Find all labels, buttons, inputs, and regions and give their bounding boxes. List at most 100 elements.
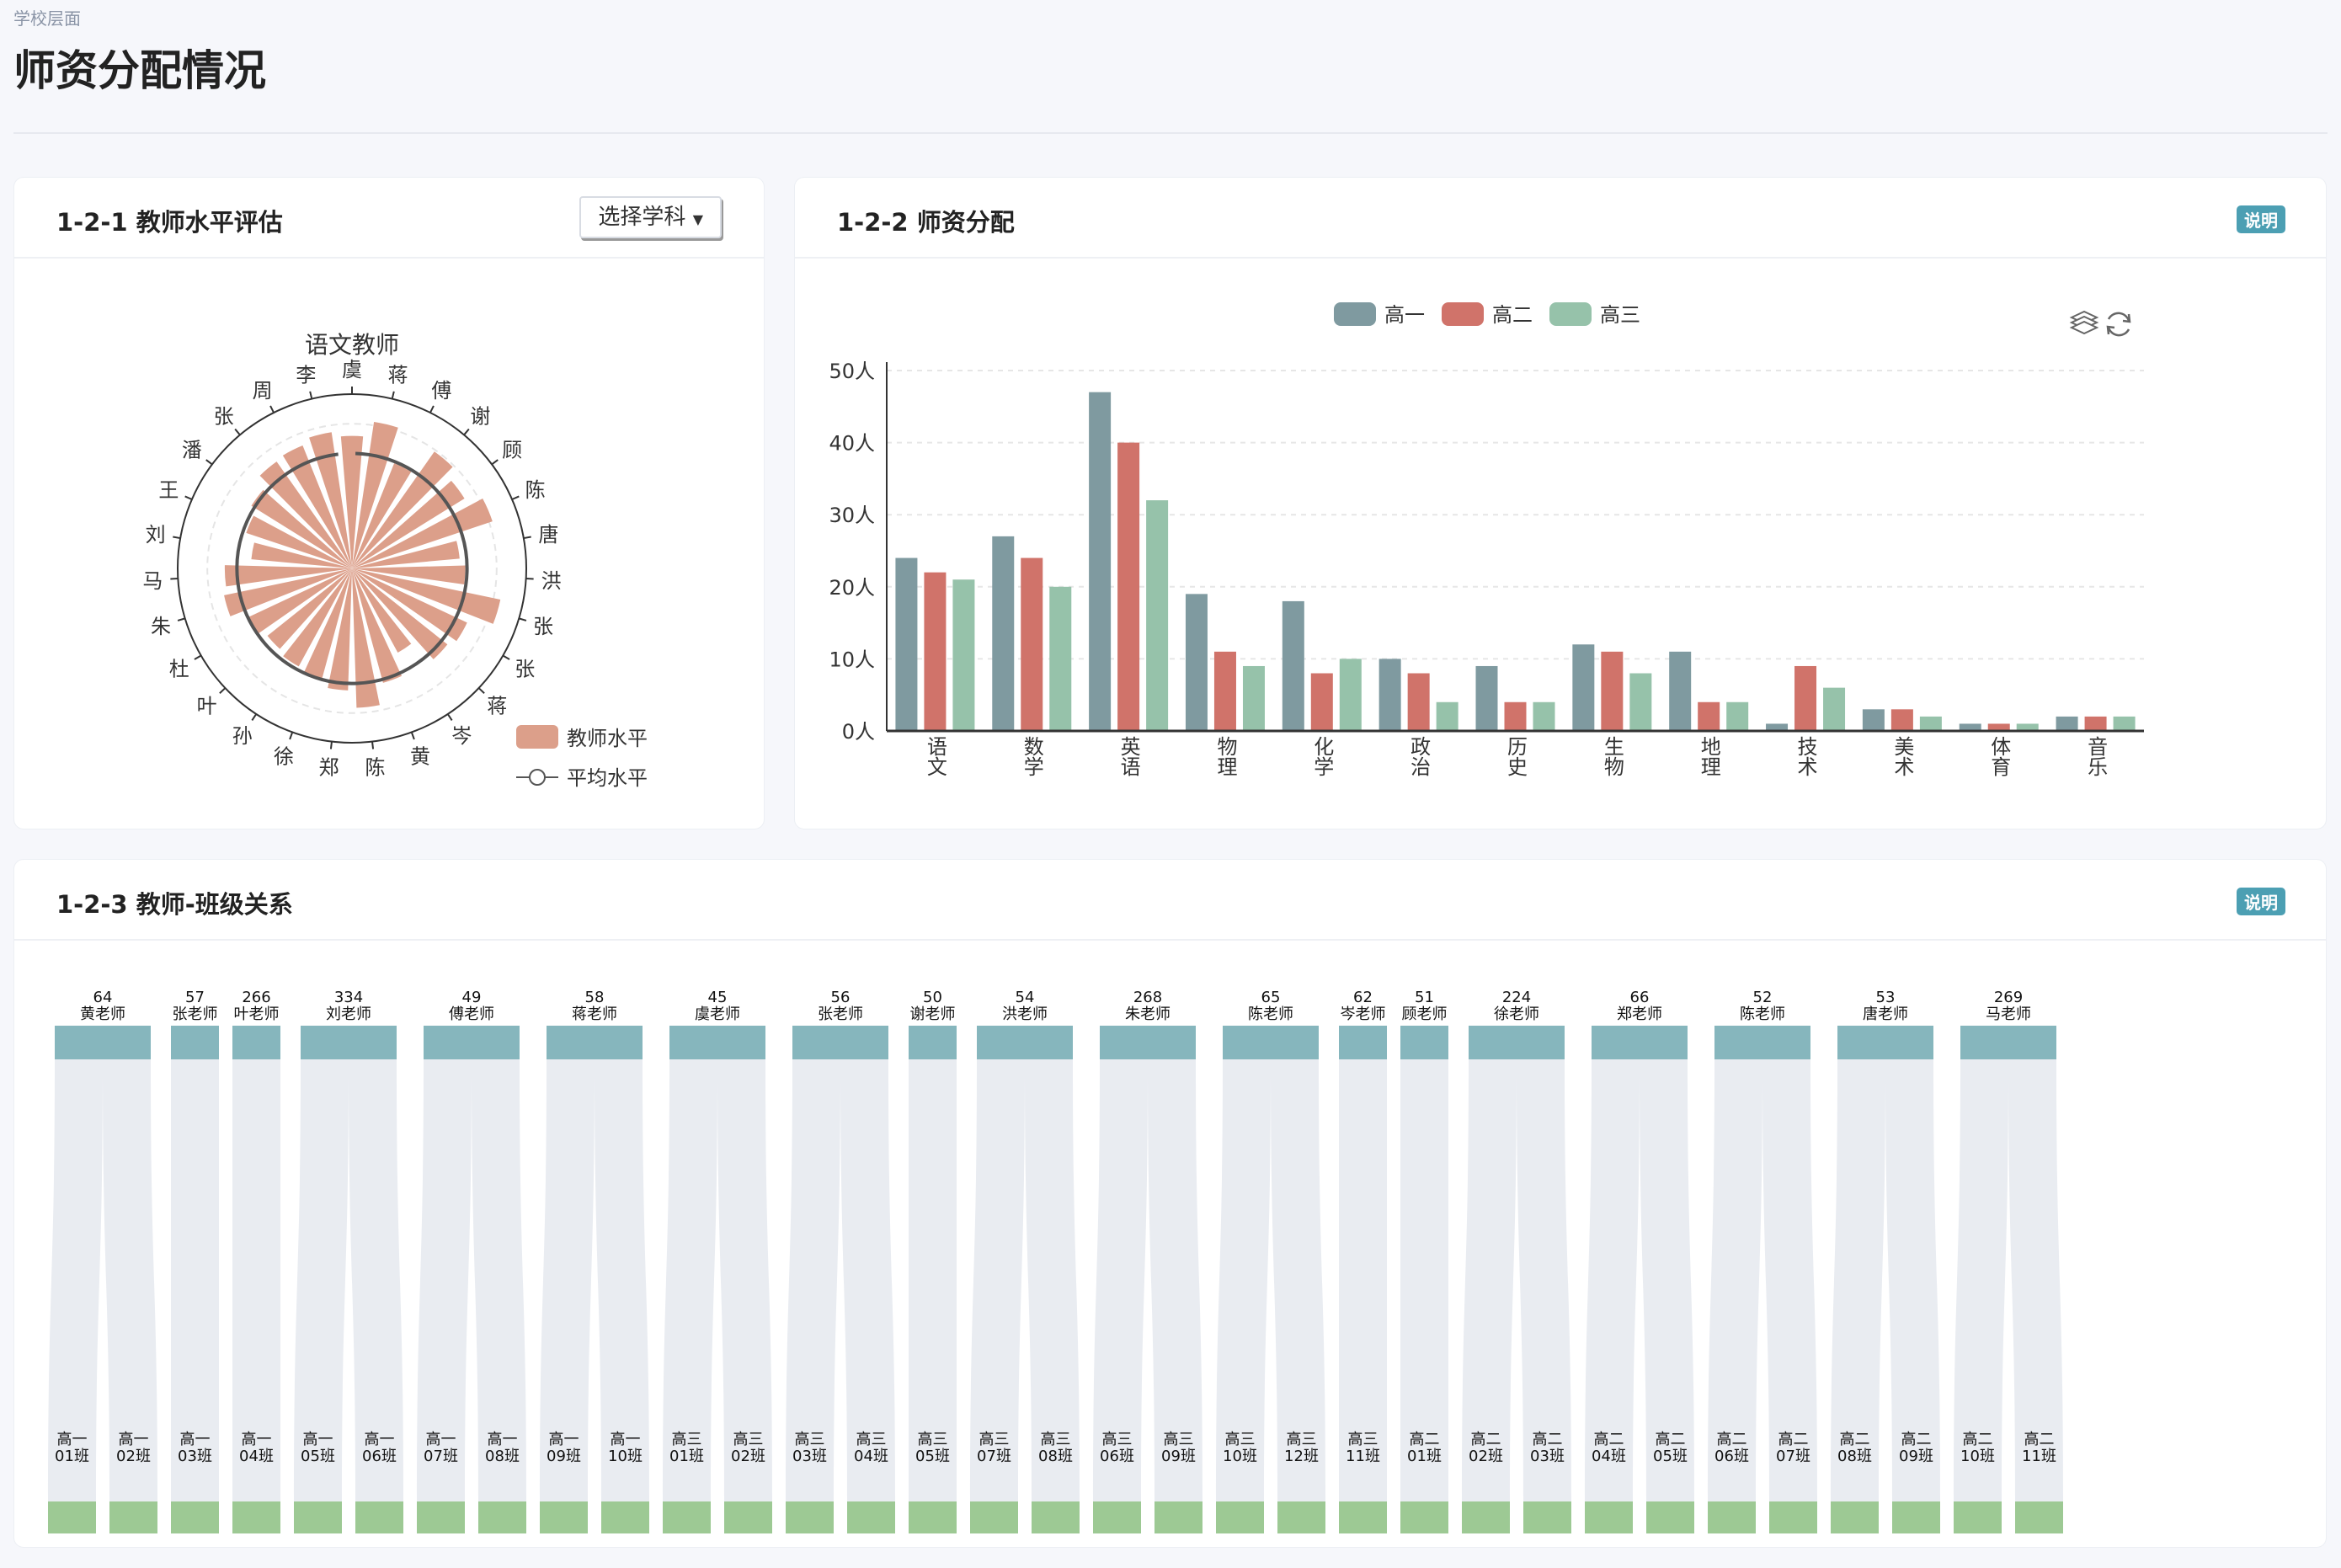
teacher-node[interactable] [1714, 1026, 1810, 1059]
teacher-node[interactable] [424, 1026, 520, 1059]
class-number: 03班 [178, 1448, 212, 1465]
teacher-node[interactable] [301, 1026, 397, 1059]
teacher-node[interactable] [1100, 1026, 1196, 1059]
class-node[interactable] [1032, 1501, 1080, 1533]
class-node[interactable] [970, 1501, 1018, 1533]
class-number: 04班 [854, 1448, 888, 1465]
class-grade: 高三 [1287, 1431, 1317, 1448]
class-node[interactable] [663, 1501, 711, 1533]
class-node[interactable] [232, 1501, 280, 1533]
class-number: 08班 [1038, 1448, 1073, 1465]
class-node[interactable] [1954, 1501, 2002, 1533]
class-number: 10班 [1960, 1448, 1995, 1465]
teacher-node[interactable] [1592, 1026, 1688, 1059]
y-tick-label: 40人 [829, 432, 875, 456]
bar [924, 572, 947, 731]
class-node[interactable] [724, 1501, 772, 1533]
teacher-value: 334 [334, 989, 363, 1006]
axis-tick [429, 405, 435, 413]
teacher-node[interactable] [1960, 1026, 2056, 1059]
class-number: 08班 [1837, 1448, 1872, 1465]
bar [1242, 665, 1265, 731]
teacher-node[interactable] [1339, 1026, 1387, 1059]
teacher-node[interactable] [1223, 1026, 1319, 1059]
teacher-node[interactable] [792, 1026, 888, 1059]
axis-tick [205, 459, 213, 466]
teacher-node[interactable] [547, 1026, 643, 1059]
class-grade: 高二 [1410, 1431, 1440, 1448]
angle-label: 岑 [451, 724, 472, 748]
class-grade: 高三 [672, 1431, 702, 1448]
teacher-node[interactable] [232, 1026, 280, 1059]
teacher-class-card: 1-2-3 教师-班级关系 说明 64 黄老师 57 张老师 266 叶老师 334 刘老师 4… [13, 859, 2327, 1568]
class-node[interactable] [1093, 1501, 1141, 1533]
teacher-value: 58 [585, 989, 605, 1006]
layers-icon[interactable] [2069, 310, 2099, 335]
teacher-node[interactable] [1400, 1026, 1448, 1059]
teacher-value: 269 [1994, 989, 2023, 1006]
class-node[interactable] [786, 1501, 834, 1533]
angle-label: 李 [296, 363, 316, 387]
class-node[interactable] [109, 1501, 157, 1533]
class-grade: 高一 [426, 1431, 456, 1448]
class-node[interactable] [1769, 1501, 1817, 1533]
class-node[interactable] [1831, 1501, 1879, 1533]
teacher-node[interactable] [1469, 1026, 1565, 1059]
refresh-icon[interactable] [2106, 312, 2131, 337]
class-node[interactable] [1523, 1501, 1571, 1533]
class-node[interactable] [1462, 1501, 1510, 1533]
class-grade: 高三 [979, 1431, 1010, 1448]
class-node[interactable] [2015, 1501, 2063, 1533]
teacher-node[interactable] [977, 1026, 1073, 1059]
bar [992, 536, 1015, 731]
axis-tick [446, 713, 453, 722]
angle-label: 蒋 [487, 695, 507, 718]
info-badge[interactable]: 说明 [2237, 205, 2285, 233]
angle-label: 陈 [365, 755, 386, 779]
y-tick-label: 0人 [842, 720, 875, 744]
teacher-name: 虞老师 [695, 1005, 740, 1023]
class-number: 01班 [669, 1448, 704, 1465]
angle-label: 黄 [410, 745, 430, 769]
class-node[interactable] [1892, 1501, 1940, 1533]
teacher-node[interactable] [909, 1026, 957, 1059]
class-node[interactable] [171, 1501, 219, 1533]
class-node[interactable] [1155, 1501, 1202, 1533]
class-node[interactable] [355, 1501, 403, 1533]
class-node[interactable] [540, 1501, 588, 1533]
class-label: 高一 03班 [178, 1431, 212, 1465]
class-node[interactable] [847, 1501, 895, 1533]
class-label: 高一 07班 [424, 1431, 458, 1465]
teacher-node[interactable] [55, 1026, 151, 1059]
axis-tick [329, 741, 333, 749]
card-title: 1-2-1 教师水平评估 [56, 208, 283, 237]
class-number: 09班 [547, 1448, 581, 1465]
teacher-node[interactable] [171, 1026, 219, 1059]
class-node[interactable] [1216, 1501, 1264, 1533]
teacher-node[interactable] [669, 1026, 765, 1059]
class-number: 09班 [1161, 1448, 1196, 1465]
class-node[interactable] [1400, 1501, 1448, 1533]
select-subject-dropdown[interactable]: 选择学科 ▼ [579, 196, 722, 238]
bar [2084, 716, 2107, 731]
class-node[interactable] [1339, 1501, 1387, 1533]
class-node[interactable] [1277, 1501, 1325, 1533]
class-node[interactable] [909, 1501, 957, 1533]
class-node[interactable] [1585, 1501, 1633, 1533]
teacher-node[interactable] [1837, 1026, 1933, 1059]
class-node[interactable] [417, 1501, 465, 1533]
info-badge[interactable]: 说明 [2237, 888, 2285, 915]
class-grade: 高二 [1594, 1431, 1624, 1448]
class-node[interactable] [478, 1501, 526, 1533]
class-node[interactable] [601, 1501, 649, 1533]
class-label: 高一 02班 [116, 1431, 151, 1465]
class-node[interactable] [1646, 1501, 1694, 1533]
teacher-name: 叶老师 [234, 1005, 280, 1023]
teacher-value: 62 [1353, 989, 1373, 1006]
legend-swatch [1334, 302, 1376, 326]
teacher-name: 黄老师 [80, 1005, 125, 1023]
class-node[interactable] [1708, 1501, 1756, 1533]
class-node[interactable] [294, 1501, 342, 1533]
class-node[interactable] [48, 1501, 96, 1533]
x-tick-label: 体育 [1987, 736, 2011, 776]
